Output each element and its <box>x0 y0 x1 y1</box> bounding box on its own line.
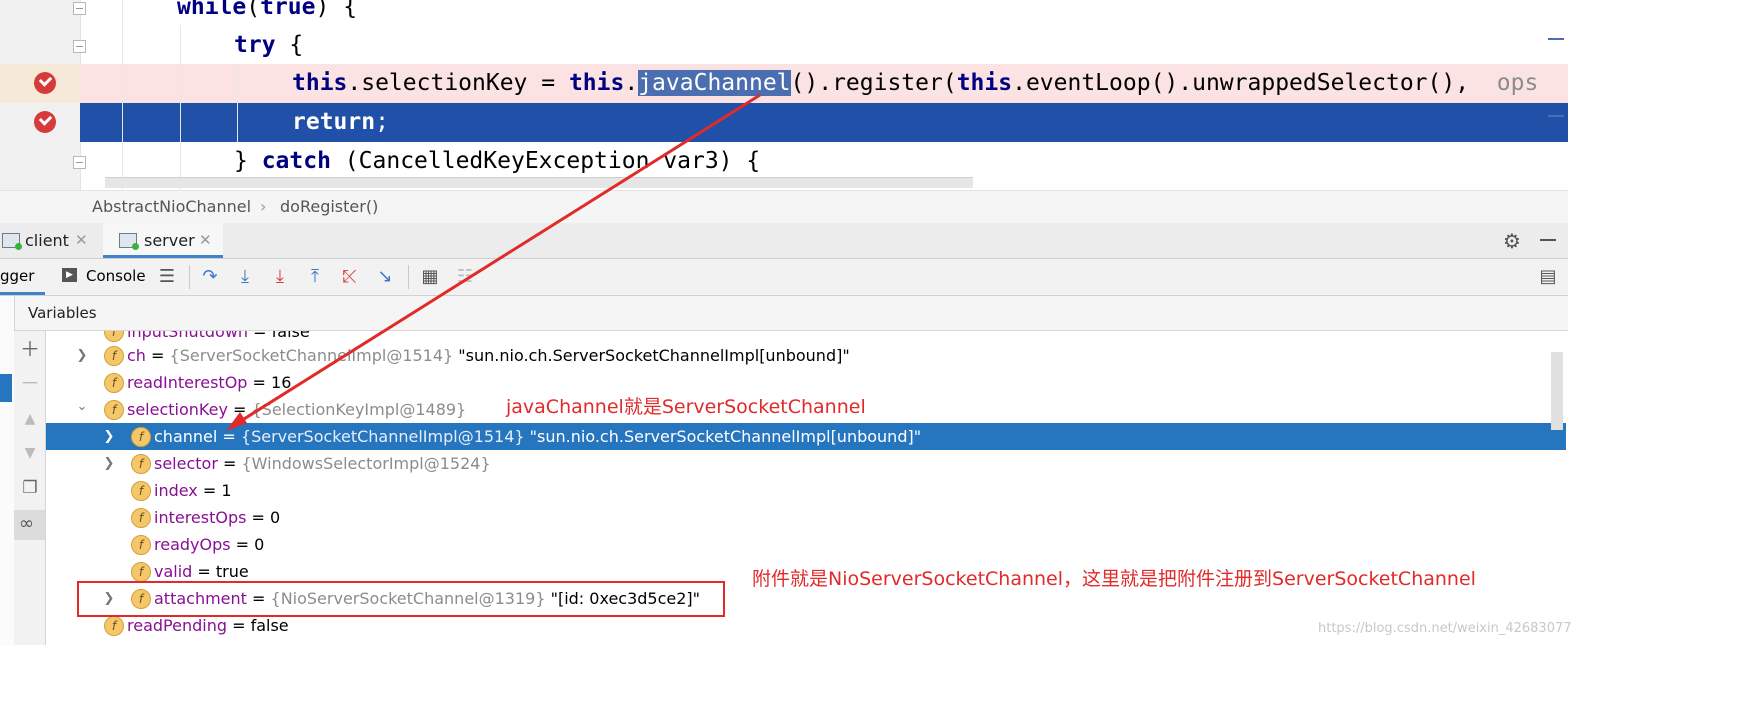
watermark: https://blog.csdn.net/weixin_42683077 <box>1318 621 1572 636</box>
annotation-arrow <box>226 93 761 431</box>
